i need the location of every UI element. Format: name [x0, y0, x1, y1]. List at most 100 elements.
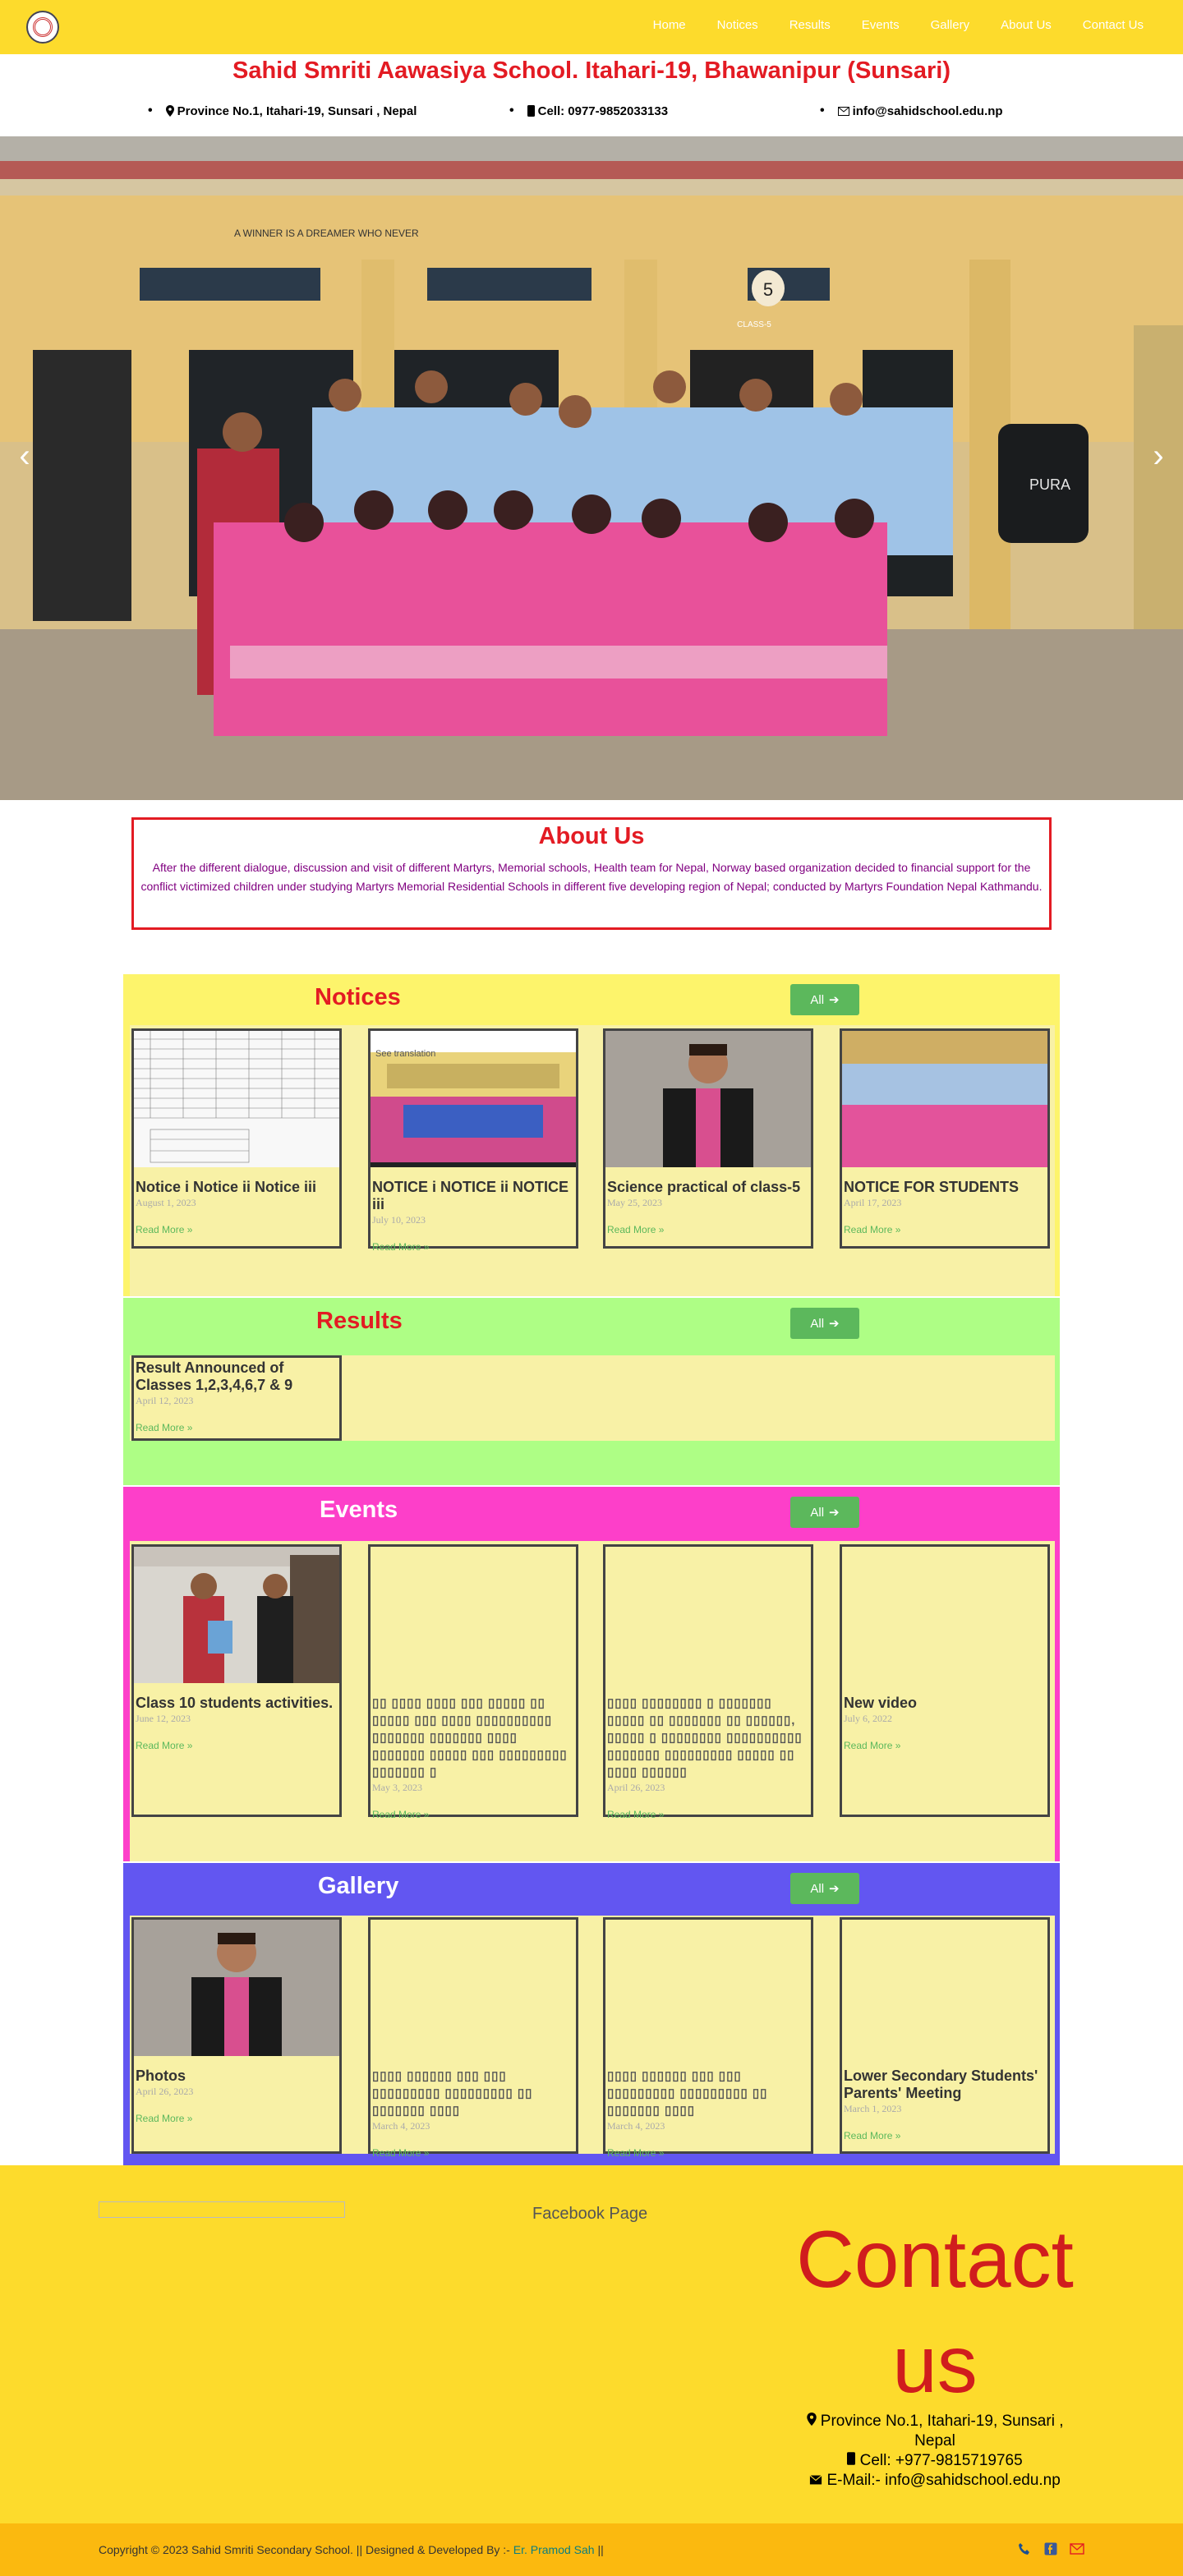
event-card[interactable]: New video July 6, 2022 Read More »	[840, 1544, 1050, 1817]
notice-card-date: May 25, 2023	[607, 1197, 662, 1208]
read-more-link[interactable]: Read More »	[134, 2098, 339, 2124]
gallery-card[interactable]: Lower Secondary Students' Parents' Meeti…	[840, 1917, 1050, 2154]
event-card-date: April 26, 2023	[607, 1782, 665, 1793]
nav-results[interactable]: Results	[789, 18, 831, 32]
read-more-link[interactable]: Read More »	[371, 2132, 576, 2159]
notice-card-title: NOTICE FOR STUDENTS	[844, 1179, 1020, 1195]
gallery-card-title: Photos	[136, 2068, 186, 2084]
notice-card-title: Science practical of class-5	[607, 1179, 801, 1195]
about-us-box: About Us After the different dialogue, d…	[131, 817, 1052, 930]
notice-card-date: July 10, 2023	[372, 1214, 426, 1226]
hero-photo: 5 PURA A WINNER IS A DREAMER WHO NEVER C…	[0, 136, 1183, 800]
read-more-link[interactable]: Read More »	[371, 1226, 576, 1253]
developer-link[interactable]: Er. Pramod Sah	[513, 2543, 595, 2556]
notice-card-title: NOTICE i NOTICE ii NOTICE iii	[372, 1179, 569, 1212]
event-card[interactable]: ▯▯▯▯ ▯▯▯▯▯▯▯▯ ▯ ▯▯▯▯▯▯▯ ▯▯▯▯▯ ▯▯ ▯▯▯▯▯▯▯…	[603, 1544, 813, 1820]
map-marker-icon	[806, 2413, 817, 2426]
gallery-card[interactable]: Photos April 26, 2023 Read More »	[131, 1917, 342, 2154]
results-all-label: All	[810, 1316, 825, 1331]
tank-brand-text: PURA	[1029, 476, 1070, 493]
nav-about-us[interactable]: About Us	[1001, 18, 1052, 32]
footer: Facebook Page Contact us Province No.1, …	[0, 2165, 1183, 2523]
event-card[interactable]: Class 10 students activities. June 12, 2…	[131, 1544, 342, 1817]
carousel-prev-button[interactable]: ‹	[12, 435, 37, 476]
result-card[interactable]: Result Announced of Classes 1,2,3,4,6,7 …	[131, 1355, 342, 1441]
read-more-link[interactable]: Read More »	[134, 1209, 339, 1235]
hero-class-label: CLASS-5	[737, 320, 771, 329]
event-card-date: May 3, 2023	[372, 1782, 422, 1793]
notice-card-date: April 17, 2023	[844, 1197, 902, 1208]
mobile-icon	[527, 105, 535, 117]
notice-staff-photo	[842, 1031, 1047, 1167]
notice-card[interactable]: Science practical of class-5 May 25, 202…	[603, 1028, 813, 1249]
read-more-link[interactable]: Read More »	[605, 2132, 811, 2159]
gallery-card-date: March 1, 2023	[844, 2103, 902, 2114]
school-logo[interactable]	[26, 11, 59, 44]
read-more-link[interactable]: Read More »	[842, 1209, 1047, 1235]
nav-home[interactable]: Home	[653, 18, 686, 32]
results-all-button[interactable]: All ➔	[790, 1308, 859, 1339]
footer-email[interactable]: E-Mail:- info@sahidschool.edu.np	[789, 2471, 1081, 2491]
header-cell-text: Cell: 0977-9852033133	[537, 104, 669, 118]
footer-address: Province No.1, Itahari-19, Sunsari , Nep…	[789, 2412, 1081, 2451]
gallery-card-title: Lower Secondary Students' Parents' Meeti…	[844, 2068, 1038, 2101]
phone-icon[interactable]	[1017, 2542, 1032, 2556]
notices-cards: Notice i Notice ii Notice iii August 1, …	[130, 1025, 1055, 1296]
footer-contact-details: Province No.1, Itahari-19, Sunsari , Nep…	[789, 2412, 1081, 2491]
mobile-icon	[847, 2452, 856, 2465]
events-section: Events All ➔ Class 10 students activities…	[123, 1487, 1060, 1861]
results-section: Results All ➔ Result Announced of Classes…	[123, 1298, 1060, 1485]
carousel-next-button[interactable]: ›	[1146, 435, 1171, 476]
nav-gallery[interactable]: Gallery	[931, 18, 970, 32]
notice-card[interactable]: Notice i Notice ii Notice iii August 1, …	[131, 1028, 342, 1249]
gallery-card[interactable]: ▯▯▯▯ ▯▯▯▯▯▯ ▯▯▯ ▯▯▯ ▯▯▯▯▯▯▯▯▯ ▯▯▯▯▯▯▯▯▯ …	[368, 1917, 578, 2159]
event-card[interactable]: ▯▯ ▯▯▯▯ ▯▯▯▯ ▯▯▯ ▯▯▯▯▯ ▯▯ ▯▯▯▯▯ ▯▯▯ ▯▯▯▯…	[368, 1544, 578, 1820]
gallery-title: Gallery	[318, 1873, 399, 1899]
notice-card[interactable]: See translation NOTICE i NOTICE ii NOTIC…	[368, 1028, 578, 1253]
nav-contact-us[interactable]: Contact Us	[1083, 18, 1144, 32]
results-title: Results	[316, 1308, 403, 1334]
facebook-page-label[interactable]: Facebook Page	[532, 2205, 647, 2224]
nav-notices[interactable]: Notices	[717, 18, 758, 32]
gallery-thumbnail-empty	[842, 1920, 1047, 2056]
event-card-date: July 6, 2022	[844, 1713, 893, 1724]
notice-card[interactable]: NOTICE FOR STUDENTS April 17, 2023 Read …	[840, 1028, 1050, 1249]
read-more-link[interactable]: Read More »	[371, 1794, 576, 1820]
events-title: Events	[320, 1497, 398, 1523]
read-more-link[interactable]: Read More »	[605, 1209, 811, 1235]
event-thumbnail-empty	[605, 1547, 811, 1683]
events-all-button[interactable]: All ➔	[790, 1497, 859, 1528]
gallery-section: Gallery All ➔ Photos April 26, 2023 Read …	[123, 1863, 1060, 2165]
notices-title: Notices	[315, 984, 401, 1010]
gallery-portrait-photo	[134, 1920, 339, 2056]
result-card-title: Result Announced of Classes 1,2,3,4,6,7 …	[136, 1359, 293, 1393]
read-more-link[interactable]: Read More »	[605, 1794, 811, 1820]
read-more-link[interactable]: Read More »	[134, 1407, 339, 1433]
email-icon[interactable]	[1070, 2542, 1084, 2556]
nav-menu: Home Notices Results Events Gallery Abou…	[653, 18, 1144, 32]
school-title: Sahid Smriti Aawasiya School. Itahari-19…	[232, 58, 951, 84]
hero-banner-text: A WINNER IS A DREAMER WHO NEVER	[234, 228, 419, 239]
gallery-thumbnail	[134, 1920, 339, 2056]
event-card-date: June 12, 2023	[136, 1713, 191, 1724]
read-more-link[interactable]: Read More »	[842, 2115, 1047, 2141]
nav-events[interactable]: Events	[862, 18, 900, 32]
read-more-link[interactable]: Read More »	[134, 1725, 339, 1751]
gallery-thumbnail-empty	[605, 1920, 811, 2056]
notices-all-button[interactable]: All ➔	[790, 984, 859, 1015]
header-address-text: Province No.1, Itahari-19, Sunsari , Nep…	[177, 104, 417, 118]
envelope-icon	[837, 106, 849, 116]
hero-carousel[interactable]: 5 PURA A WINNER IS A DREAMER WHO NEVER C…	[0, 136, 1183, 800]
footer-email-text: E-Mail:- info@sahidschool.edu.np	[826, 2472, 1061, 2489]
header-email[interactable]: info@sahidschool.edu.np	[820, 104, 1003, 118]
read-more-link[interactable]: Read More »	[842, 1725, 1047, 1751]
notice-thumbnail	[605, 1031, 811, 1167]
events-all-label: All	[810, 1505, 825, 1520]
footer-broken-image	[99, 2201, 345, 2218]
facebook-icon[interactable]	[1043, 2542, 1058, 2556]
gallery-card-title: ▯▯▯▯ ▯▯▯▯▯▯ ▯▯▯ ▯▯▯ ▯▯▯▯▯▯▯▯▯ ▯▯▯▯▯▯▯▯▯ …	[372, 2069, 533, 2118]
notice-card-title: Notice i Notice ii Notice iii	[136, 1179, 317, 1195]
gallery-card[interactable]: ▯▯▯▯ ▯▯▯▯▯▯ ▯▯▯ ▯▯▯ ▯▯▯▯▯▯▯▯▯ ▯▯▯▯▯▯▯▯▯ …	[603, 1917, 813, 2159]
gallery-all-button[interactable]: All ➔	[790, 1873, 859, 1904]
notices-section: Notices All ➔ Notice i Notice ii Notice i…	[123, 974, 1060, 1296]
